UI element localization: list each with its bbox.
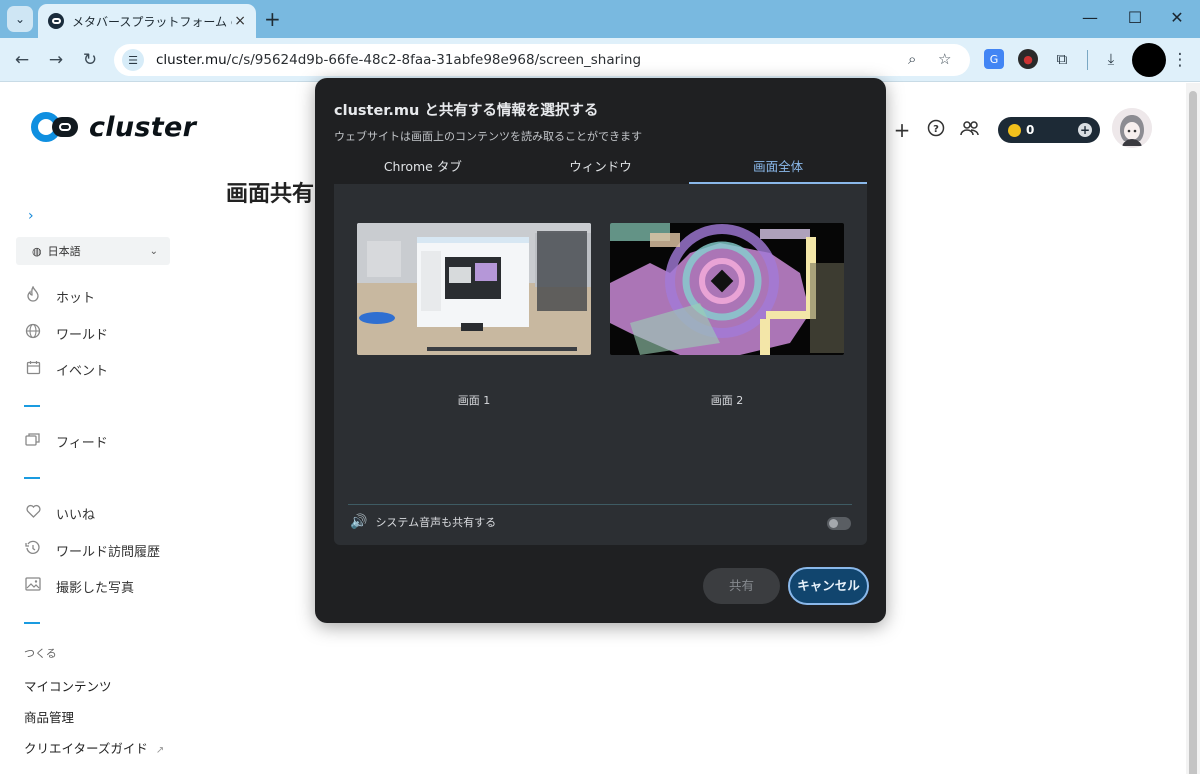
zoom-search-icon[interactable]: ⌕ [908, 50, 916, 68]
feed-icon [24, 432, 42, 450]
minimize-button[interactable]: — [1079, 8, 1101, 27]
screen-1-thumbnail[interactable] [357, 223, 591, 355]
chevron-down-icon: ⌄ [149, 245, 158, 257]
system-audio-label: システム音声も共有する [375, 516, 497, 529]
sidebar-item-history[interactable]: ワールド訪問履歴 [24, 539, 160, 561]
bookmark-star-icon[interactable]: ☆ [938, 50, 951, 68]
sidebar-item-feed[interactable]: フィード [24, 430, 108, 452]
friends-icon[interactable] [958, 118, 982, 142]
photo-icon [24, 577, 42, 595]
screen-share-dialog: cluster.mu と共有する情報を選択する ウェブサイトは画面上のコンテンツ… [315, 78, 886, 623]
create-plus-icon[interactable]: + [890, 118, 914, 142]
tab-entire-screen[interactable]: 画面全体 [689, 154, 868, 184]
sidebar-item-label: 撮影した写真 [56, 580, 135, 596]
system-audio-toggle[interactable] [827, 517, 851, 530]
dialog-title: cluster.mu と共有する情報を選択する [334, 103, 599, 119]
share-source-tabs: Chrome タブ ウィンドウ 画面全体 [334, 154, 868, 184]
extension-avatar-icon[interactable]: ● [1018, 49, 1038, 69]
sidebar-item-label: イベント [56, 363, 109, 379]
sidebar-item-label: フィード [56, 435, 108, 451]
cluster-favicon-icon [48, 13, 64, 29]
sidebar-item-hot[interactable]: ホット [24, 285, 95, 307]
sidebar-item-label: ワールド [56, 327, 109, 343]
scrollbar-thumb[interactable] [1189, 91, 1197, 774]
create-section-label: つくる [24, 647, 57, 660]
chevron-down-icon: ⌄ [14, 12, 26, 26]
reload-icon[interactable]: ↻ [78, 48, 102, 72]
history-icon [24, 540, 42, 560]
globe-icon [24, 323, 42, 343]
address-bar[interactable]: ☰ cluster.mu/c/s/95624d9b-66fe-48c2-8faa… [114, 44, 970, 76]
sidebar-expand-icon[interactable]: › [28, 208, 34, 224]
browser-toolbar: ← → ↻ ☰ cluster.mu/c/s/95624d9b-66fe-48c… [0, 38, 1200, 82]
sidebar-item-creators-guide[interactable]: クリエイターズガイド ↗ [24, 738, 164, 757]
tab-close-icon[interactable]: × [234, 13, 246, 29]
page-scrollbar[interactable] [1186, 83, 1200, 774]
panel-divider [348, 504, 852, 505]
language-select[interactable]: ◍ 日本語 ⌄ [16, 237, 170, 265]
browser-menu-icon[interactable]: ⋮ [1168, 48, 1192, 72]
sidebar-item-photos[interactable]: 撮影した写真 [24, 575, 134, 597]
new-tab-button[interactable]: + [264, 8, 281, 30]
back-arrow-icon[interactable]: ← [10, 48, 34, 72]
system-audio-row: 🔊 システム音声も共有する [350, 514, 496, 530]
sidebar-item-label: ワールド訪問履歴 [56, 544, 161, 560]
sidebar-item-likes[interactable]: いいね [24, 502, 95, 524]
forward-arrow-icon[interactable]: → [44, 48, 68, 72]
extensions-puzzle-icon[interactable]: ⧉ [1052, 49, 1072, 69]
url-text[interactable]: cluster.mu/c/s/95624d9b-66fe-48c2-8faa-3… [156, 52, 641, 68]
user-avatar[interactable] [1112, 108, 1152, 148]
cancel-button[interactable]: キャンセル [788, 567, 869, 605]
cluster-logo-icon [31, 110, 79, 144]
flame-icon [24, 285, 42, 306]
sidebar-item-label: ホット [56, 290, 96, 306]
site-settings-icon[interactable]: ☰ [122, 49, 144, 71]
tab-search-button[interactable]: ⌄ [7, 6, 33, 32]
sidebar-divider [24, 405, 40, 407]
sidebar-item-label: いいね [56, 507, 96, 523]
language-label: 日本語 [47, 245, 81, 258]
sidebar-divider [24, 622, 40, 624]
speaker-icon: 🔊 [350, 514, 368, 530]
add-coin-icon[interactable]: + [1078, 123, 1092, 137]
coin-icon [1008, 123, 1021, 137]
share-button[interactable]: 共有 [703, 568, 780, 604]
globe-icon: ◍ [32, 244, 42, 258]
sidebar-item-my-content[interactable]: マイコンテンツ [24, 676, 112, 695]
sidebar-item-products[interactable]: 商品管理 [24, 707, 74, 726]
screen-1-label: 画面 1 [457, 394, 491, 407]
screen-2-thumbnail[interactable] [610, 223, 844, 355]
cluster-logo[interactable]: cluster [31, 110, 196, 144]
browser-tab-bar: ⌄ メタバースプラットフォーム cluster（仮） × + — ☐ ✕ [0, 0, 1200, 38]
close-window-button[interactable]: ✕ [1166, 8, 1188, 27]
toolbar-separator [1087, 50, 1088, 70]
heart-icon [24, 504, 42, 522]
profile-avatar[interactable] [1132, 43, 1166, 77]
help-icon[interactable]: ? [924, 118, 948, 142]
screen-2-label: 画面 2 [710, 394, 744, 407]
svg-text:?: ? [933, 124, 939, 135]
tab-window[interactable]: ウィンドウ [512, 154, 690, 184]
sidebar-divider [24, 477, 40, 479]
translate-extension-icon[interactable]: G [984, 49, 1004, 69]
coin-balance[interactable]: 0 + [998, 117, 1100, 143]
external-link-icon: ↗ [155, 745, 165, 756]
screen-list-panel: 画面 1 画面 2 🔊 システム音声も共有する [334, 184, 867, 545]
page-title: 画面共有 [226, 182, 315, 207]
sidebar-item-world[interactable]: ワールド [24, 322, 108, 344]
tab-chrome-tab[interactable]: Chrome タブ [334, 154, 512, 184]
sidebar-item-event[interactable]: イベント [24, 358, 108, 380]
logo-text: cluster [89, 111, 197, 143]
download-icon[interactable]: ⤓ [1101, 49, 1121, 69]
maximize-button[interactable]: ☐ [1124, 8, 1146, 27]
dialog-subtitle: ウェブサイトは画面上のコンテンツを読み取ることができます [334, 130, 642, 143]
calendar-icon [24, 360, 42, 379]
browser-tab-active[interactable]: メタバースプラットフォーム cluster（仮） × [38, 4, 256, 38]
tab-title: メタバースプラットフォーム cluster（仮） [72, 14, 232, 29]
coin-amount: 0 [1026, 123, 1035, 137]
